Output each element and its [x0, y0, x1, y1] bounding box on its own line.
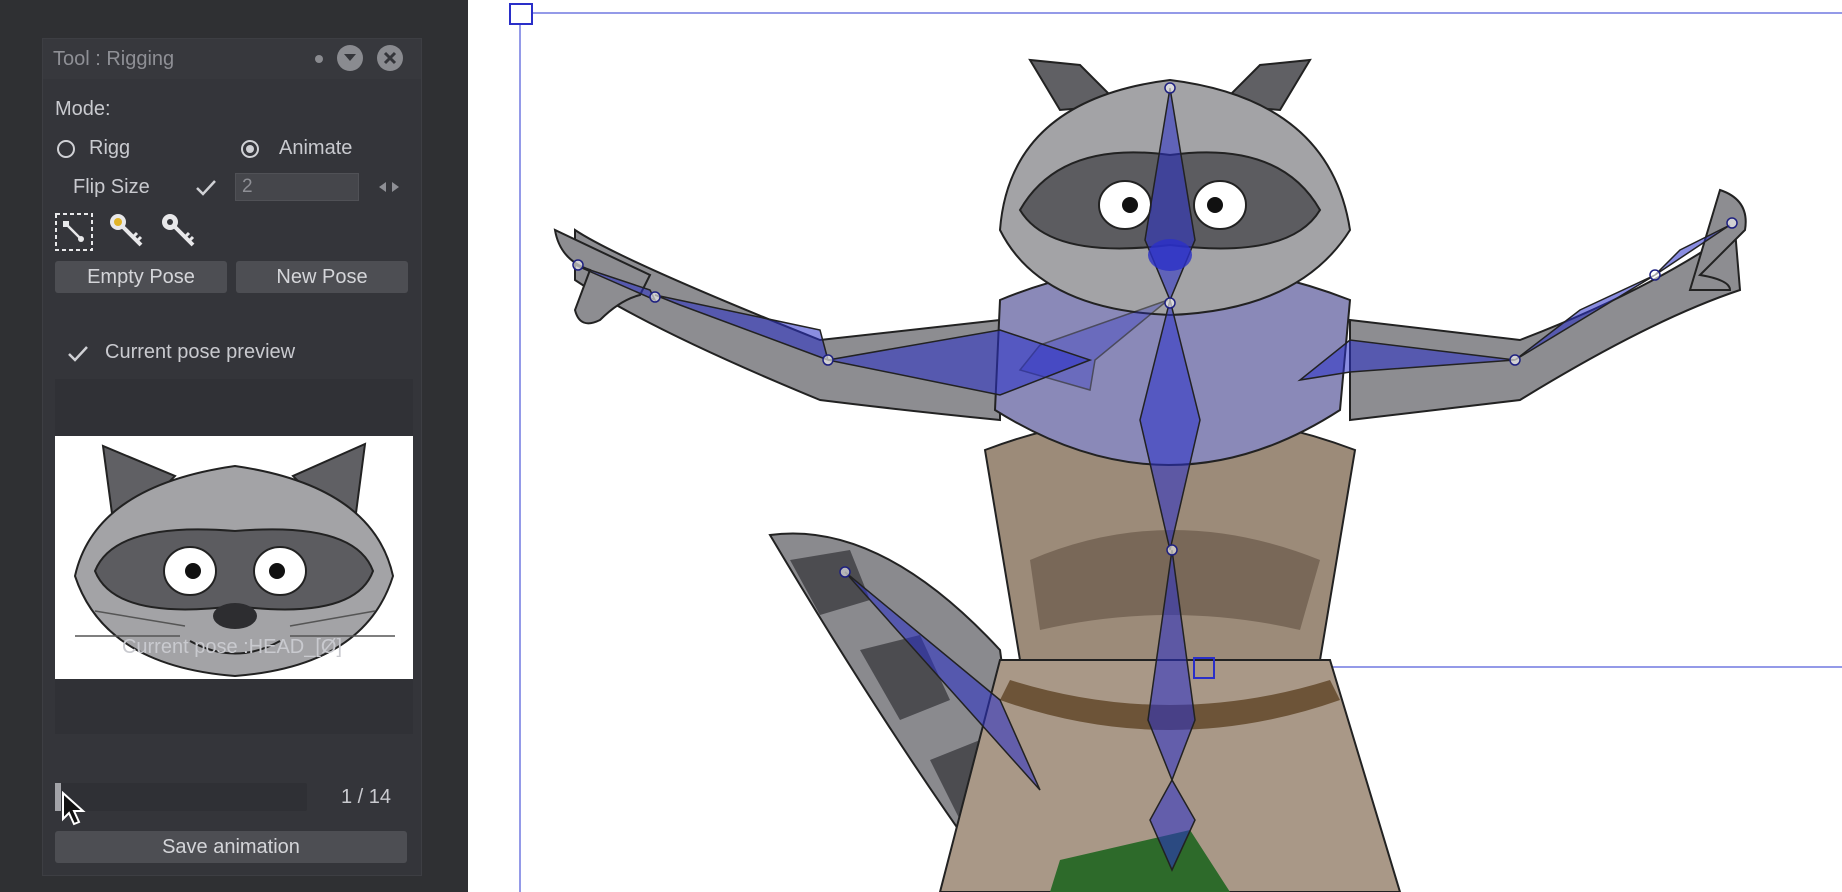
flip-size-label: Flip Size: [73, 176, 150, 198]
raccoon-rig-artwork: [509, 3, 1842, 892]
new-pose-button[interactable]: New Pose: [236, 261, 408, 293]
rigging-tool-panel: Tool : Rigging Mode: Rigg Animate Flip S…: [42, 38, 422, 876]
flip-size-input[interactable]: 2: [235, 173, 359, 201]
checkmark-icon[interactable]: [195, 179, 217, 197]
current-pose-preview-label: Current pose preview: [105, 341, 296, 363]
collapse-button[interactable]: [337, 45, 363, 71]
mouse-cursor-icon: [62, 791, 86, 826]
radio-animate[interactable]: [241, 140, 259, 158]
selection-handle-top-left: [509, 3, 533, 25]
checkmark-icon[interactable]: [67, 345, 89, 363]
key-gold-button[interactable]: [105, 211, 147, 253]
current-pose-label: Current pose :HEAD_[Ø]: [121, 636, 343, 658]
key-gray-button[interactable]: [157, 211, 199, 253]
sidebar: Tool : Rigging Mode: Rigg Animate Flip S…: [0, 0, 468, 892]
dot-icon: [315, 55, 323, 63]
selection-tool-button[interactable]: [53, 211, 95, 253]
mode-label: Mode:: [55, 98, 111, 120]
radio-animate-label[interactable]: Animate: [279, 137, 352, 160]
radio-rigg-label[interactable]: Rigg: [89, 137, 130, 160]
key-gold-icon: [110, 214, 143, 247]
spinner-arrows-icon[interactable]: [377, 179, 401, 195]
panel-title: Tool : Rigging: [53, 48, 175, 70]
panel-titlebar[interactable]: Tool : Rigging: [43, 39, 421, 79]
save-animation-button[interactable]: Save animation: [55, 831, 407, 863]
close-icon: [383, 51, 397, 65]
pose-preview-area: [55, 379, 413, 734]
empty-pose-button[interactable]: Empty Pose: [55, 261, 227, 293]
rig-canvas[interactable]: [468, 0, 1842, 892]
radio-rigg[interactable]: [57, 140, 75, 158]
chevron-down-icon: [344, 54, 356, 61]
close-button[interactable]: [377, 45, 403, 71]
frame-counter: 1 / 14: [341, 786, 392, 808]
animation-frame-slider[interactable]: [55, 783, 307, 811]
key-gray-icon: [162, 214, 195, 247]
selection-tool-icon: [55, 213, 93, 251]
